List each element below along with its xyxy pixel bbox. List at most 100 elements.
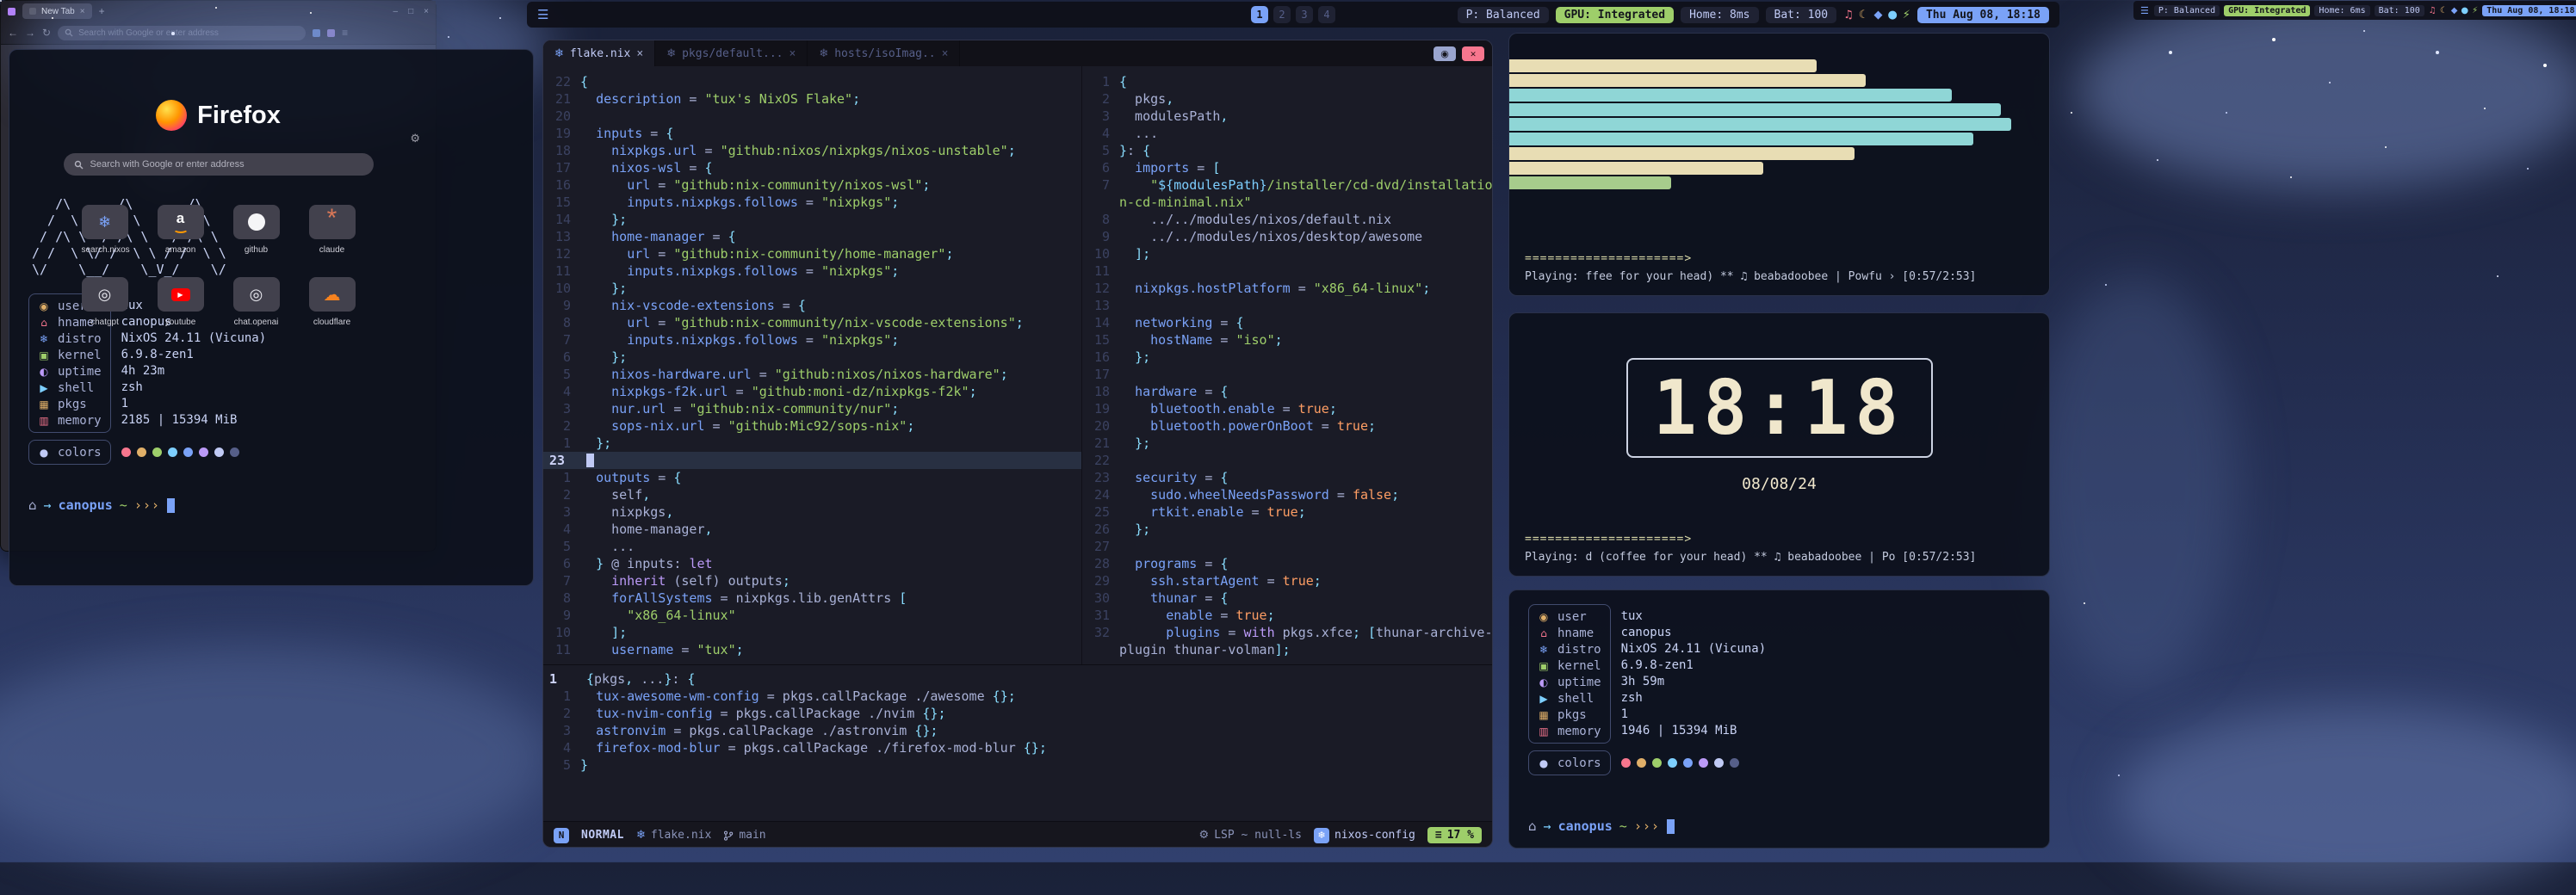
tab-flake.nix[interactable]: ❄flake.nix× (543, 40, 655, 66)
terminal-window-fetch-right[interactable]: ◉user⌂hname❄distro▣kernel◐uptime▶shell▦p… (1508, 589, 2050, 849)
fetch-label: uptime (1557, 676, 1601, 689)
shortcut-youtube[interactable]: ▶youtube (158, 277, 204, 327)
tab-close-icon[interactable]: × (636, 47, 643, 60)
tab-hosts/isoImag..[interactable]: ❄hosts/isoImag..× (808, 40, 960, 66)
workspace-2[interactable]: 2 (1273, 6, 1291, 23)
tab-close-icon[interactable]: × (790, 47, 796, 60)
new-tab-button[interactable]: + (99, 5, 105, 17)
shortcut-tile[interactable]: ◎ (233, 277, 280, 312)
statusline-branch: main (723, 829, 765, 842)
neovim-window[interactable]: ❄flake.nix×❄pkgs/default...×❄hosts/isoIm… (542, 40, 1493, 848)
shortcut-cloudflare[interactable]: ☁cloudflare (309, 277, 356, 327)
night-light-icon[interactable]: ☾ (1859, 9, 1869, 22)
audio-visualizer (1509, 34, 2049, 189)
now-playing-block: =====================> Playing: d (coffe… (1525, 533, 2039, 564)
code-line: 8 url = "github:nix-community/nix-vscode… (543, 314, 1081, 331)
shortcut-tile[interactable]: ◎ (82, 277, 128, 312)
search-input[interactable]: Search with Google or enter address (64, 153, 374, 176)
music-visualizer-window[interactable]: =====================> Playing: ffee for… (1508, 33, 2050, 296)
visualizer-bar (1509, 118, 2011, 131)
editor-pane-flake-nix[interactable]: 22{21 description = "tux's NixOS Flake";… (543, 66, 1082, 664)
bluetooth-icon[interactable]: ◆ (1873, 9, 1882, 22)
gear-icon[interactable]: ⚙ (410, 133, 420, 145)
code-line: 2 sops-nix.url = "github:Mic92/sops-nix"… (543, 417, 1081, 435)
track-progress-bar: =====================> (1525, 252, 2039, 265)
code-line: 5} (543, 756, 1492, 774)
refresh-button[interactable]: ↻ (42, 27, 51, 39)
code-line: n-cd-minimal.nix" (1082, 194, 1492, 211)
scroll-percent: ≡ 17 % (1427, 827, 1482, 843)
code-line: 20 bluetooth.powerOnBoot = true; (1082, 417, 1492, 435)
network-icon[interactable]: ● (2461, 6, 2468, 15)
shortcut-tile[interactable] (233, 205, 280, 239)
minimize-button[interactable]: – (393, 7, 399, 16)
clock-window[interactable]: 18:18 08/08/24 =====================> Pl… (1508, 312, 2050, 577)
forward-button[interactable]: → (25, 27, 35, 39)
power-icon[interactable]: ⚡ (1903, 9, 1910, 22)
wallpaper-cloud (2075, 0, 2576, 189)
extension-icon[interactable] (327, 29, 335, 37)
tab-close-icon[interactable]: × (80, 7, 85, 16)
menu-icon[interactable]: ☰ (537, 7, 548, 22)
line-number: 1 (543, 469, 580, 486)
night-light-icon[interactable]: ☾ (2440, 6, 2448, 15)
workspace-4[interactable]: 4 (1318, 6, 1335, 23)
shortcut-tile[interactable]: ☁ (309, 277, 356, 312)
search-placeholder: Search with Google or enter address (90, 159, 245, 170)
music-icon[interactable]: ♫ (1843, 9, 1854, 22)
line-number: 11 (543, 262, 580, 280)
line-number: 4 (1082, 125, 1119, 142)
shortcut-amazon[interactable]: a amazon (158, 205, 204, 255)
visualizer-bar (1509, 59, 1817, 72)
shortcut-claude[interactable]: *claude (309, 205, 356, 255)
bufferline: ❄flake.nix×❄pkgs/default...×❄hosts/isoIm… (543, 40, 1492, 66)
buffer-close-button[interactable]: ✕ (1462, 46, 1484, 61)
line-number: 12 (1082, 280, 1119, 297)
tab-pkgs/default...[interactable]: ❄pkgs/default...× (655, 40, 808, 66)
clock-widget[interactable]: Thu Aug 08, 18:18 (2482, 5, 2576, 16)
menu-button[interactable]: ≡ (342, 27, 348, 39)
shortcut-tile[interactable]: a (158, 205, 204, 239)
music-icon[interactable]: ♫ (2429, 6, 2437, 15)
workspace-1[interactable]: 1 (1251, 6, 1268, 23)
maximize-button[interactable]: □ (408, 7, 413, 16)
statusline-project: ❄ nixos-config (1314, 828, 1415, 843)
code-line: 25 rtkit.enable = true; (1082, 503, 1492, 521)
line-number: 31 (1082, 607, 1119, 624)
line-number: 17 (543, 159, 580, 176)
tab-new-tab[interactable]: New Tab × (22, 3, 92, 19)
palette-dot (1668, 758, 1677, 768)
nix-file-icon: ❄ (819, 47, 828, 60)
eye-toggle-button[interactable]: ◉ (1434, 46, 1456, 61)
bluetooth-icon[interactable]: ◆ (2451, 6, 2458, 15)
shortcut-label: amazon (158, 245, 204, 255)
workspace-3[interactable]: 3 (1296, 6, 1313, 23)
shortcut-chat.openai[interactable]: ◎chat.openai (233, 277, 280, 327)
menu-icon[interactable]: ☰ (2140, 5, 2149, 16)
shortcut-github[interactable]: github (233, 205, 280, 255)
code-line: 21 description = "tux's NixOS Flake"; (543, 90, 1081, 108)
network-icon[interactable]: ● (1887, 9, 1897, 22)
shortcut-search.nixos[interactable]: ❄search.nixos (82, 205, 128, 255)
line-number: 3 (543, 503, 580, 521)
url-bar[interactable]: Search with Google or enter address (58, 26, 306, 40)
shortcut-tile[interactable]: ▶ (158, 277, 204, 312)
line-number: 1 (1082, 73, 1119, 90)
firefox-view-icon[interactable] (8, 8, 15, 15)
shortcut-tile[interactable]: ❄ (82, 205, 128, 239)
palette-dot (1730, 758, 1739, 768)
tab-close-icon[interactable]: × (942, 47, 949, 60)
close-button[interactable]: × (424, 7, 429, 16)
shortcut-tile[interactable]: * (309, 205, 356, 239)
shortcut-chatgpt[interactable]: ◎chatgpt (82, 277, 128, 327)
openai-icon: ◎ (98, 286, 112, 304)
code-line: 10 }; (543, 280, 1081, 297)
back-button[interactable]: ← (8, 27, 18, 39)
code-line: 19 bluetooth.enable = true; (1082, 400, 1492, 417)
tab-label: flake.nix (570, 47, 630, 60)
editor-pane-pkgs-default[interactable]: 1{pkgs, ...}: {1 tux-awesome-wm-config =… (543, 665, 1492, 821)
clock-widget[interactable]: Thu Aug 08, 18:18 (1917, 7, 2049, 23)
editor-pane-iso-image[interactable]: 1{2 pkgs,3 modulesPath,4 ...5}: {6 impor… (1082, 66, 1492, 664)
power-icon[interactable]: ⚡ (2472, 6, 2478, 15)
extension-icon[interactable] (313, 29, 320, 37)
